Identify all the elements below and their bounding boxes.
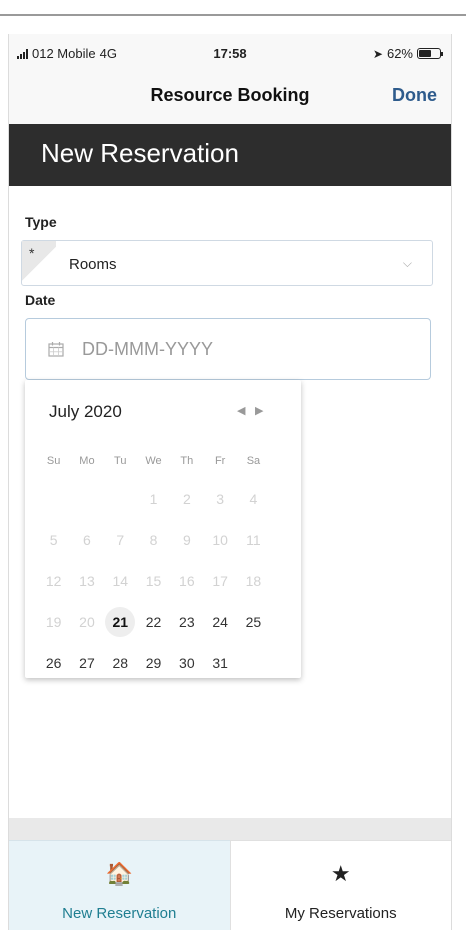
tab-bar: 🏠 New Reservation ★ My Reservations <box>9 840 451 930</box>
tab-new-reservation[interactable]: 🏠 New Reservation <box>9 840 230 930</box>
window-top-rule <box>0 0 466 16</box>
calendar-month-label: July 2020 <box>49 402 122 421</box>
calendar-day: 10 <box>212 531 228 548</box>
calendar-day[interactable]: 24 <box>203 614 236 630</box>
weekday-label: Tu <box>114 455 127 467</box>
weekday-label: Su <box>46 455 61 467</box>
calendar-day: 4 <box>249 490 258 507</box>
calendar-day: 3 <box>216 490 225 507</box>
calendar-day[interactable]: 27 <box>70 655 103 671</box>
calendar-day[interactable]: 23 <box>170 614 203 630</box>
calendar-day[interactable]: 31 <box>203 655 236 671</box>
date-input[interactable]: DD-MMM-YYYY <box>25 318 431 380</box>
calendar-week-row: 26 27 28 29 30 31 <box>37 642 289 683</box>
date-placeholder: DD-MMM-YYYY <box>82 339 213 359</box>
date-picker-popup: July 2020 ◀ ▶ Su Mo Tu We Th Fr Sa 1 2 3 4 5 6 7 8 9 10 1… <box>25 380 301 678</box>
chevron-down-icon: ⌵ <box>402 256 412 270</box>
location-arrow-icon: ➤ <box>372 46 383 61</box>
star-icon: ★ <box>330 861 351 886</box>
calendar-day[interactable]: 29 <box>137 655 170 671</box>
weekday-label: Fr <box>214 455 226 467</box>
battery-fill <box>419 50 432 57</box>
calendar-day[interactable]: 30 <box>170 655 203 671</box>
calendar-week-row: 12 13 14 15 16 17 18 <box>37 560 289 601</box>
calendar-week-row: 19 20 21 22 23 24 25 <box>37 601 289 642</box>
status-bar: 012 Mobile 4G 17:58 ➤ 62% <box>9 34 451 70</box>
calendar-day: 2 <box>182 490 191 507</box>
calendar-week-row: 1 2 3 4 <box>37 478 289 519</box>
calendar-day: 6 <box>83 531 91 548</box>
phone-screen: 012 Mobile 4G 17:58 ➤ 62% Resource Booki… <box>8 34 452 930</box>
required-asterisk: * <box>29 245 35 261</box>
date-label: Date <box>25 292 56 308</box>
tab-my-reservations[interactable]: ★ My Reservations <box>229 840 451 930</box>
calendar-day[interactable]: 25 <box>237 614 270 630</box>
previous-month-icon[interactable]: ◀ <box>237 404 245 417</box>
battery-icon <box>417 48 443 59</box>
weekday-label: Th <box>180 455 194 467</box>
calendar-day: 9 <box>182 531 191 548</box>
next-month-icon[interactable]: ▶ <box>255 404 263 417</box>
calendar-day: 13 <box>79 572 95 589</box>
calendar-day: 14 <box>112 572 129 589</box>
page-header: New Reservation <box>9 124 451 186</box>
calendar-icon <box>48 342 64 357</box>
calendar-day: 18 <box>245 572 262 589</box>
weekday-label: We <box>145 455 162 467</box>
nav-bar: Resource Booking Done <box>9 70 451 124</box>
battery-percent: 62% <box>386 46 413 61</box>
tab-label-new-reservation: New Reservation <box>62 905 177 922</box>
calendar-day: 5 <box>49 531 58 548</box>
calendar-day: 20 <box>79 613 95 630</box>
today-day-number: 21 <box>105 606 136 637</box>
page-title: New Reservation <box>41 138 239 168</box>
calendar-day[interactable]: 22 <box>137 614 170 630</box>
calendar-day: 8 <box>149 531 158 548</box>
done-button[interactable]: Done <box>392 85 437 106</box>
calendar-day: 7 <box>116 531 125 548</box>
calendar-grid: Su Mo Tu We Th Fr Sa 1 2 3 4 5 6 7 8 9 10 11 12 13 14 15 16 17 1… <box>37 444 289 683</box>
weekday-label: Mo <box>79 455 95 467</box>
calendar-day: 15 <box>145 572 162 589</box>
calendar-day[interactable]: 26 <box>37 655 70 671</box>
home-icon: 🏠 <box>105 861 133 886</box>
status-right: ➤ 62% <box>372 46 443 61</box>
weekday-header-row: Su Mo Tu We Th Fr Sa <box>37 444 289 478</box>
calendar-day: 11 <box>246 531 261 548</box>
calendar-week-row: 5 6 7 8 9 10 11 <box>37 519 289 560</box>
nav-title: Resource Booking <box>150 85 310 105</box>
tab-label-my-reservations: My Reservations <box>284 905 397 922</box>
calendar-day-today[interactable]: 21 <box>104 606 137 637</box>
calendar-day: 17 <box>212 572 228 589</box>
type-label: Type <box>25 214 57 230</box>
calendar-day[interactable]: 28 <box>104 655 137 671</box>
calendar-day: 19 <box>45 613 62 630</box>
calendar-day: 16 <box>179 572 195 589</box>
weekday-label: Sa <box>246 455 261 467</box>
footer-divider <box>9 818 451 840</box>
type-selected-value: Rooms <box>69 256 117 273</box>
required-indicator: * <box>22 241 56 287</box>
type-select[interactable]: * Rooms ⌵ <box>21 240 433 287</box>
calendar-day: 1 <box>149 490 158 507</box>
calendar-day: 12 <box>45 572 62 589</box>
